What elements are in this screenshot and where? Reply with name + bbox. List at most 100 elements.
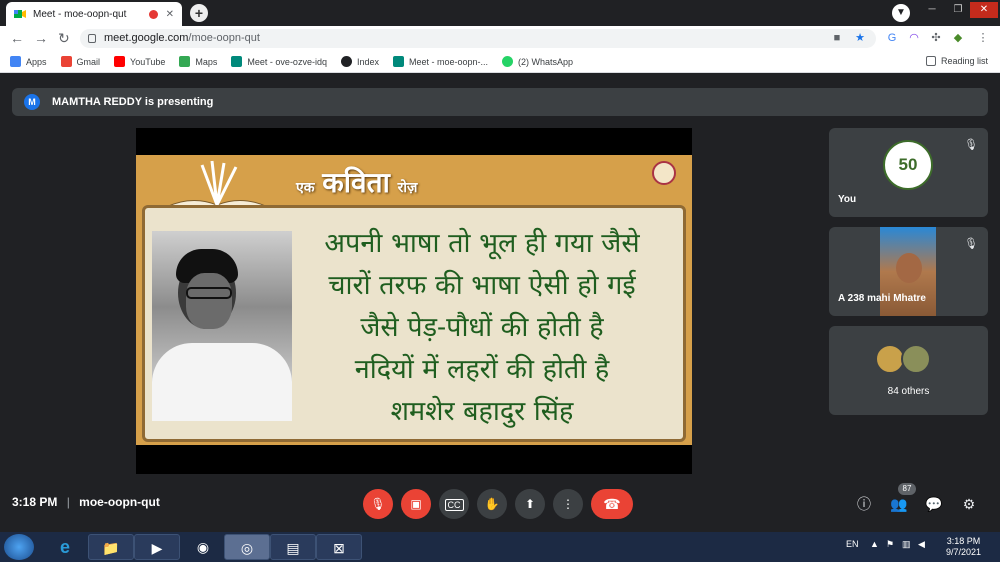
poet-shirt bbox=[152, 343, 292, 421]
chrome-icon[interactable]: ◎ bbox=[224, 534, 270, 560]
captions-button[interactable]: CC bbox=[439, 489, 469, 519]
bookmark-star-icon[interactable]: ★ bbox=[853, 31, 867, 45]
network-icon[interactable]: ▥ bbox=[902, 539, 911, 550]
presenting-text: MAMTHA REDDY is presenting bbox=[52, 96, 214, 108]
recording-indicator-icon bbox=[148, 9, 158, 19]
browser-tab[interactable]: Meet - moe-oopn-qut ✕ bbox=[6, 2, 182, 26]
forward-icon[interactable]: → bbox=[34, 30, 48, 46]
back-icon[interactable]: ← bbox=[10, 30, 24, 46]
address-bar-row: ← → ↻ meet.google.com/moe-oopn-qut ■ ★ G… bbox=[0, 26, 1000, 51]
meet-icon bbox=[231, 56, 243, 67]
bookmark-meet-1[interactable]: Meet - ove-ozve-idq bbox=[231, 56, 327, 67]
minimize-icon[interactable]: ─ bbox=[918, 2, 946, 18]
raise-hand-button[interactable]: ✋ bbox=[477, 489, 507, 519]
url-field[interactable]: meet.google.com/moe-oopn-qut bbox=[80, 29, 876, 48]
slide-logo: एक कविता रोज़ bbox=[296, 167, 418, 198]
extensions-puzzle-icon[interactable]: ✣ bbox=[929, 31, 943, 45]
presenter-avatar: M bbox=[24, 94, 40, 110]
index-icon bbox=[340, 56, 352, 67]
camera-off-icon: ▣ bbox=[410, 497, 422, 511]
clock-time: 3:18 PM bbox=[946, 536, 981, 546]
avatar-50-badge: 50 bbox=[883, 140, 933, 190]
bookmark-maps[interactable]: Maps bbox=[179, 56, 217, 67]
mic-off-icon: 🎙 bbox=[964, 139, 978, 151]
toggle-mic-button[interactable]: 🎙 bbox=[363, 489, 393, 519]
start-button[interactable] bbox=[4, 534, 34, 560]
poet-face bbox=[186, 273, 232, 329]
bookmark-youtube[interactable]: YouTube bbox=[114, 56, 165, 67]
presentation-stage: एक कविता रोज़ अपनी भाषा तो भूल ही गया जै… bbox=[136, 128, 692, 474]
close-tab-icon[interactable]: ✕ bbox=[166, 9, 174, 20]
others-count: 84 others bbox=[887, 386, 930, 397]
explorer-icon[interactable]: 📁 bbox=[88, 534, 134, 560]
poem-line: नदियों में लहरों की होती है bbox=[354, 354, 610, 385]
tray-arrow-icon[interactable]: ▲ bbox=[870, 539, 879, 549]
volume-icon[interactable]: ◀ bbox=[918, 539, 925, 550]
bookmark-gmail[interactable]: Gmail bbox=[60, 56, 100, 67]
mic-off-icon: 🎙 bbox=[370, 497, 386, 511]
participant-tile-you[interactable]: 50 🎙 You bbox=[829, 128, 988, 217]
hand-icon: ✋ bbox=[484, 497, 500, 511]
system-clock[interactable]: 3:18 PM 9/7/2021 bbox=[946, 536, 981, 558]
reading-list-icon bbox=[925, 56, 936, 66]
activities-icon[interactable]: ⚙ bbox=[959, 494, 979, 514]
participant-tile-others[interactable]: 84 others bbox=[829, 326, 988, 415]
media-player-icon[interactable]: ▶ bbox=[134, 534, 180, 560]
leave-call-button[interactable]: ☎ bbox=[591, 489, 633, 519]
present-button[interactable]: ⬆ bbox=[515, 489, 545, 519]
more-vert-icon: ⋮ bbox=[562, 497, 574, 511]
ie-icon[interactable]: e bbox=[42, 534, 88, 560]
bookmark-whatsapp[interactable]: (2) WhatsApp bbox=[502, 56, 573, 67]
tab-title: Meet - moe-oopn-qut bbox=[33, 8, 127, 20]
poet-photo bbox=[152, 231, 292, 421]
new-tab-button[interactable]: + bbox=[190, 4, 208, 22]
extension-grammarly-icon[interactable]: G bbox=[885, 31, 899, 45]
firefox-icon[interactable]: ◉ bbox=[180, 534, 226, 560]
people-count-badge: 87 bbox=[898, 483, 916, 495]
windows-taskbar: e 📁 ▶ ◉ ◎ ▤ ⊠ EN ▲ ⚑ ▥ ◀ 3:18 PM 9/7/202… bbox=[0, 532, 1000, 562]
extension-headphones-icon[interactable]: ◠ bbox=[907, 31, 921, 45]
profile-icon[interactable]: ▼ bbox=[892, 4, 910, 22]
meet-icon bbox=[393, 56, 404, 67]
hang-up-icon: ☎ bbox=[603, 496, 621, 512]
poem-line: चारों तरफ की भाषा ऐसी हो गई bbox=[328, 270, 636, 301]
restore-icon[interactable]: ❐ bbox=[944, 2, 972, 18]
gmail-icon bbox=[60, 56, 72, 67]
avatar bbox=[901, 344, 931, 374]
bookmark-apps[interactable]: Apps bbox=[10, 56, 47, 67]
language-indicator[interactable]: EN bbox=[846, 539, 859, 549]
poem-line: अपनी भाषा तो भूल ही गया जैसे bbox=[324, 228, 640, 259]
flag-icon[interactable]: ⚑ bbox=[886, 539, 894, 550]
toggle-camera-button[interactable]: ▣ bbox=[401, 489, 431, 519]
participant-face bbox=[896, 253, 922, 283]
captions-icon: CC bbox=[444, 499, 464, 511]
people-icon[interactable]: 👥 bbox=[889, 494, 909, 514]
poet-glasses bbox=[186, 287, 232, 299]
bookmark-meet-2[interactable]: Meet - moe-oopn-... bbox=[393, 56, 488, 67]
url-path: /moe-oopn-qut bbox=[188, 32, 260, 44]
poem-text: अपनी भाषा तो भूल ही गया जैसे चारों तरफ क… bbox=[292, 223, 672, 433]
browser-menu-icon[interactable]: ⋮ bbox=[976, 31, 990, 45]
reload-icon[interactable]: ↻ bbox=[58, 30, 70, 46]
meeting-time: 3:18 PM bbox=[12, 495, 58, 509]
extension-diamond-icon[interactable]: ◆ bbox=[951, 31, 965, 45]
poem-line: जैसे पेड़-पौधों की होती है bbox=[360, 312, 604, 343]
participant-name: A 238 mahi Mhatre bbox=[838, 293, 926, 304]
camera-in-use-icon[interactable]: ■ bbox=[830, 31, 844, 45]
more-options-button[interactable]: ⋮ bbox=[553, 489, 583, 519]
meeting-code: moe-oopn-qut bbox=[79, 495, 160, 509]
participant-tile-mahi[interactable]: 🎙 A 238 mahi Mhatre bbox=[829, 227, 988, 316]
others-avatars bbox=[875, 344, 931, 374]
reading-list-button[interactable]: Reading list bbox=[925, 56, 988, 66]
browser-titlebar: Meet - moe-oopn-qut ✕ + ▼ ─ ❐ ✕ bbox=[0, 0, 1000, 26]
app-icon[interactable]: ⊠ bbox=[316, 534, 362, 560]
participant-name: You bbox=[838, 194, 857, 205]
bookmark-index[interactable]: Index bbox=[340, 56, 379, 67]
meeting-info-icon[interactable]: ⓘ bbox=[854, 494, 874, 514]
whatsapp-icon bbox=[502, 56, 514, 67]
channel-logo-icon bbox=[652, 161, 676, 185]
mic-off-icon: 🎙 bbox=[964, 238, 978, 250]
close-window-icon[interactable]: ✕ bbox=[970, 2, 998, 18]
chat-icon[interactable]: 💬 bbox=[924, 494, 944, 514]
powerpoint-icon[interactable]: ▤ bbox=[270, 534, 316, 560]
